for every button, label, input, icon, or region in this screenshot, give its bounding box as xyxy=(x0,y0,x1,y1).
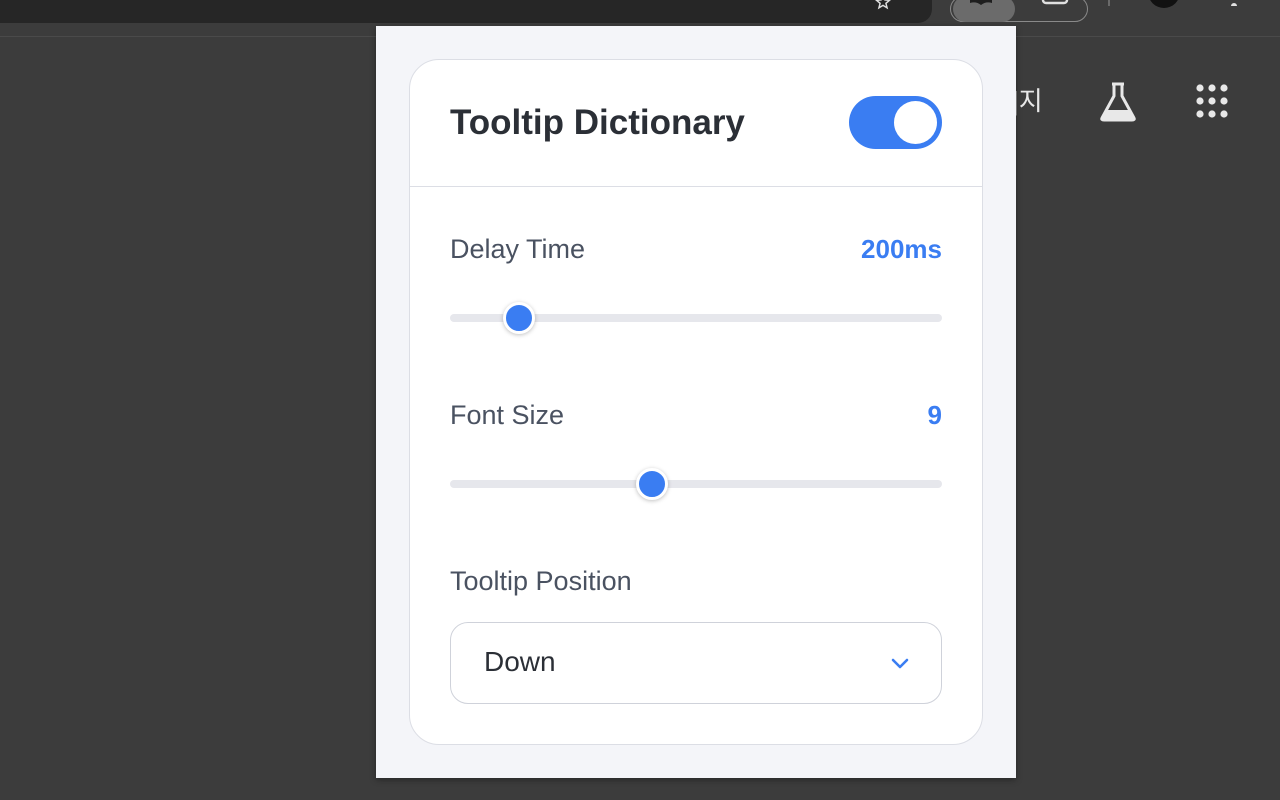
extension-popup: Tooltip Dictionary Delay Time 200ms Font… xyxy=(376,26,1016,778)
toolbar-separator xyxy=(1108,0,1110,6)
menu-icon[interactable] xyxy=(1230,0,1238,6)
page-text-fragment: |지 xyxy=(1012,86,1043,116)
delay-time-label: Delay Time xyxy=(450,234,586,264)
slider-thumb[interactable] xyxy=(502,302,535,334)
chevron-down-icon xyxy=(889,653,911,675)
tooltip-position-selected: Down xyxy=(484,646,556,677)
tab-icon[interactable] xyxy=(1041,0,1069,6)
settings-card: Tooltip Dictionary Delay Time 200ms Font… xyxy=(409,59,983,745)
tooltip-position-label: Tooltip Position xyxy=(450,566,632,596)
flask-icon[interactable] xyxy=(1096,80,1140,124)
tooltip-position-select[interactable]: Down xyxy=(450,622,942,704)
font-size-slider[interactable] xyxy=(450,468,942,500)
slider-thumb[interactable] xyxy=(635,468,668,500)
address-bar[interactable] xyxy=(0,0,932,23)
slider-track xyxy=(450,480,942,488)
font-size-label: Font Size xyxy=(450,400,565,430)
delay-time-value: 200ms xyxy=(861,234,942,264)
font-size-value: 9 xyxy=(927,400,942,430)
apps-grid-icon[interactable] xyxy=(1192,82,1232,122)
app-title: Tooltip Dictionary xyxy=(450,103,745,142)
extension-book-icon[interactable] xyxy=(968,0,994,6)
delay-time-slider[interactable] xyxy=(450,302,942,334)
enable-toggle[interactable] xyxy=(849,96,942,149)
profile-icon[interactable] xyxy=(1148,0,1180,8)
toggle-knob xyxy=(894,101,937,144)
card-header: Tooltip Dictionary xyxy=(410,60,982,187)
star-icon[interactable] xyxy=(872,0,894,10)
